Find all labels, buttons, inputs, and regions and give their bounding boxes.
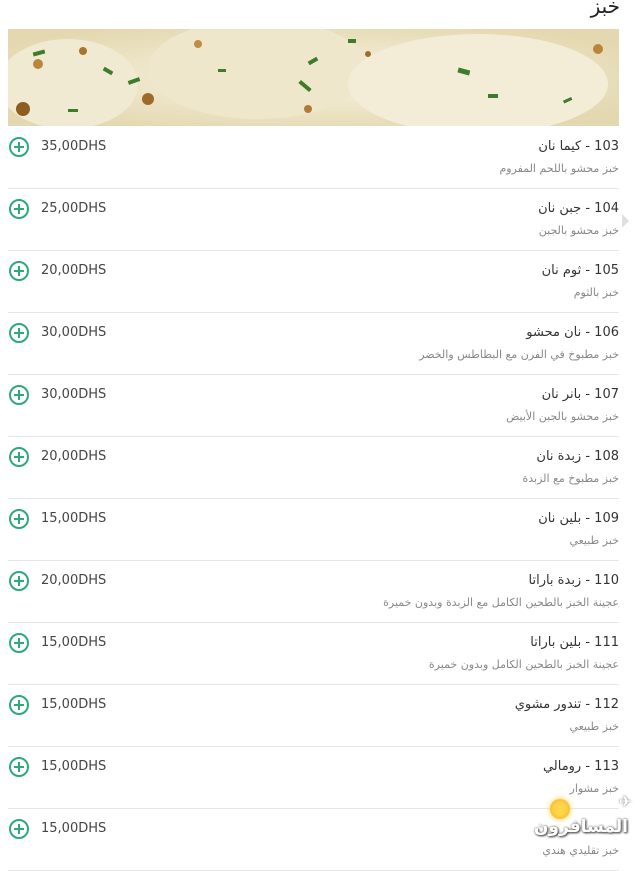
item-name: 107 - بانر نان [541, 387, 619, 402]
menu-item: 30,00DHS 107 - بانر نان خبز محشو بالجبن ال… [8, 375, 619, 437]
add-to-cart-plus-circle-icon[interactable] [9, 819, 29, 839]
add-to-cart-plus-circle-icon[interactable] [9, 695, 29, 715]
item-name: 112 - تندور مشوي [514, 697, 619, 712]
item-description: عجينة الخبز بالطحين الكامل مع الزبدة وبد… [383, 596, 619, 609]
airplane-icon: ✈ [618, 792, 632, 811]
item-name: 113 - رومالي [542, 759, 619, 774]
site-watermark: ✈ المسافرون [528, 791, 636, 849]
item-name: 108 - زبدة نان [536, 449, 619, 464]
item-price: 35,00DHS [41, 139, 107, 154]
hero-image [8, 29, 619, 126]
item-description: خبز مطبوخ في الفرن مع البطاطس والخضر [419, 348, 619, 361]
menu-item: 20,00DHS 110 - زبدة باراتا عجينة الخبز بال… [8, 561, 619, 623]
sun-icon [550, 799, 570, 819]
menu-item: 30,00DHS 106 - نان محشو خبز مطبوخ في الفرن… [8, 313, 619, 375]
page-title: خبز [590, 0, 620, 18]
menu-item: 15,00DHS 111 - بلين باراتا عجينة الخبز بال… [8, 623, 619, 685]
item-price: 20,00DHS [41, 263, 107, 278]
item-name: 104 - جبن نان [538, 201, 619, 216]
add-to-cart-plus-circle-icon[interactable] [9, 633, 29, 653]
add-to-cart-plus-circle-icon[interactable] [9, 757, 29, 777]
item-price: 20,00DHS [41, 449, 107, 464]
add-to-cart-plus-circle-icon[interactable] [9, 509, 29, 529]
item-name: 111 - بلين باراتا [530, 635, 619, 650]
item-name: 105 - ثوم نان [541, 263, 619, 278]
menu-item: 35,00DHS 103 - كيما نان خبز محشو باللحم ال… [8, 127, 619, 189]
item-description: خبز بالثوم [573, 286, 619, 299]
add-to-cart-plus-circle-icon[interactable] [9, 323, 29, 343]
add-to-cart-plus-circle-icon[interactable] [9, 447, 29, 467]
item-price: 15,00DHS [41, 511, 107, 526]
item-description: خبز محشو بالجبن الأبيض [506, 410, 619, 423]
add-to-cart-plus-circle-icon[interactable] [9, 199, 29, 219]
item-description: خبز محشو بالجبن [538, 224, 619, 237]
menu-item: 15,00DHS 112 - تندور مشوي خبز طبيعي [8, 685, 619, 747]
item-name: 110 - زبدة باراتا [528, 573, 620, 588]
item-name: 103 - كيما نان [538, 139, 619, 154]
menu-item: 20,00DHS 105 - ثوم نان خبز بالثوم [8, 251, 619, 313]
scroll-right-arrow-icon[interactable] [622, 214, 629, 228]
item-name: 106 - نان محشو [526, 325, 619, 340]
item-description: خبز مطبوخ مع الزبدة [522, 472, 619, 485]
item-price: 15,00DHS [41, 697, 107, 712]
item-price: 30,00DHS [41, 325, 107, 340]
item-price: 30,00DHS [41, 387, 107, 402]
add-to-cart-plus-circle-icon[interactable] [9, 261, 29, 281]
item-description: خبز محشو باللحم المفروم [499, 162, 619, 175]
watermark-logo: المسافرون [533, 817, 628, 837]
item-description: عجينة الخبز بالطحين الكامل وبدون خميرة [428, 658, 619, 671]
add-to-cart-plus-circle-icon[interactable] [9, 137, 29, 157]
add-to-cart-plus-circle-icon[interactable] [9, 571, 29, 591]
item-price: 20,00DHS [41, 573, 107, 588]
menu-item: 20,00DHS 108 - زبدة نان خبز مطبوخ مع الزبد… [8, 437, 619, 499]
menu-item: 15,00DHS 109 - بلين نان خبز طبيعي [8, 499, 619, 561]
item-name: 109 - بلين نان [538, 511, 619, 526]
menu-item: 25,00DHS 104 - جبن نان خبز محشو بالجبن [8, 189, 619, 251]
item-price: 15,00DHS [41, 821, 107, 836]
item-price: 25,00DHS [41, 201, 107, 216]
item-description: خبز طبيعي [569, 534, 619, 547]
item-price: 15,00DHS [41, 759, 107, 774]
item-description: خبز طبيعي [569, 720, 619, 733]
item-price: 15,00DHS [41, 635, 107, 650]
add-to-cart-plus-circle-icon[interactable] [9, 385, 29, 405]
